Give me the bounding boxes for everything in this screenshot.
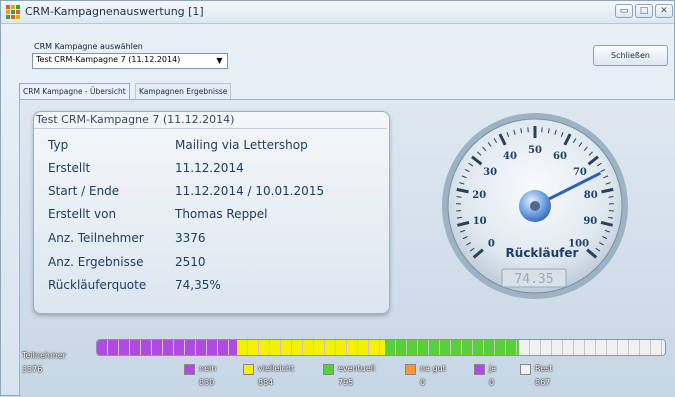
close-button[interactable]: Schließen bbox=[593, 45, 668, 66]
minimize-button[interactable]: ▭ bbox=[615, 4, 633, 18]
legend-swatch-Rest bbox=[520, 364, 531, 375]
legend-value: 830 bbox=[199, 378, 214, 387]
value-return-rate: 74,35% bbox=[175, 278, 221, 292]
label-type: Typ bbox=[48, 138, 68, 152]
campaign-info-box: Test CRM-Kampagne 7 (11.12.2014) Typ Mai… bbox=[33, 111, 390, 314]
result-segment-eventuell bbox=[385, 340, 519, 355]
chevron-down-icon[interactable]: ▼ bbox=[214, 56, 225, 66]
campaign-select-value: Test CRM-Kampagne 7 (11.12.2014) bbox=[36, 55, 180, 64]
label-results: Anz. Ergebnisse bbox=[48, 255, 144, 269]
result-segment-Rest bbox=[519, 340, 665, 355]
legend-value: 795 bbox=[338, 378, 353, 387]
value-type: Mailing via Lettershop bbox=[175, 138, 308, 152]
label-return-rate: Rückläuferquote bbox=[48, 278, 146, 292]
value-participants: 3376 bbox=[175, 231, 206, 245]
app-window: CRM-Kampagnenauswertung [1] ▭ □ ✕ CRM Ka… bbox=[0, 0, 675, 396]
result-segment-vielleicht bbox=[237, 340, 386, 355]
result-segment-nein bbox=[97, 340, 237, 355]
legend-swatch-vielleicht bbox=[243, 364, 254, 375]
legend-swatch-nein bbox=[184, 364, 195, 375]
gauge-tick-label: 70 bbox=[573, 167, 587, 178]
label-participants: Anz. Teilnehmer bbox=[48, 231, 144, 245]
return-gauge: 0102030405060708090100 74.35 Rückläufer bbox=[441, 112, 629, 300]
value-created-by: Thomas Reppel bbox=[175, 207, 268, 221]
maximize-button[interactable]: □ bbox=[635, 4, 653, 18]
tab-overview[interactable]: CRM Kampagne - Übersicht bbox=[19, 83, 130, 99]
gauge-display-value: 74.35 bbox=[514, 272, 553, 287]
legend-swatch-ja bbox=[474, 364, 485, 375]
campaign-select-label: CRM Kampagne auswählen bbox=[34, 42, 143, 51]
legend-name: nein bbox=[199, 364, 216, 373]
legend-name: ja bbox=[489, 364, 496, 373]
value-created: 11.12.2014 bbox=[175, 161, 244, 175]
info-title: Test CRM-Kampagne 7 (11.12.2014) bbox=[36, 113, 234, 126]
legend-name: Rest bbox=[535, 364, 552, 373]
gauge-tick-label: 30 bbox=[483, 167, 497, 178]
gauge-hub-center bbox=[530, 201, 540, 211]
gauge-label: Rückläufer bbox=[506, 246, 579, 260]
legend-name: eventuell bbox=[338, 364, 375, 373]
label-start-end: Start / Ende bbox=[48, 184, 119, 198]
legend-name: vielleicht bbox=[258, 364, 294, 373]
gauge-tick-label: 50 bbox=[528, 145, 542, 156]
value-start-end: 11.12.2014 / 10.01.2015 bbox=[175, 184, 324, 198]
gauge-tick-label: 60 bbox=[553, 151, 567, 162]
close-window-button[interactable]: ✕ bbox=[655, 4, 673, 18]
gauge-tick-label: 90 bbox=[583, 216, 597, 227]
legend-value: 0 bbox=[489, 378, 494, 387]
divider bbox=[34, 128, 387, 129]
result-bar bbox=[96, 339, 666, 356]
legend-name: na gut bbox=[420, 364, 446, 373]
legend-swatch-eventuell bbox=[323, 364, 334, 375]
window-title: CRM-Kampagnenauswertung [1] bbox=[25, 5, 204, 18]
campaign-select[interactable]: Test CRM-Kampagne 7 (11.12.2014) ▼ bbox=[32, 53, 228, 69]
participants-label: Teilnehmer bbox=[22, 351, 66, 360]
gauge-tick-label: 10 bbox=[473, 216, 487, 227]
legend-swatch-na-gut bbox=[405, 364, 416, 375]
gauge-tick-label: 20 bbox=[472, 190, 486, 201]
gauge-tick-label: 0 bbox=[488, 239, 495, 250]
label-created: Erstellt bbox=[48, 161, 90, 175]
gauge-minor-tick bbox=[608, 197, 613, 198]
label-created-by: Erstellt von bbox=[48, 207, 116, 221]
gauge-tick-label: 40 bbox=[503, 151, 517, 162]
gauge-tick-label: 80 bbox=[584, 190, 598, 201]
legend-value: 867 bbox=[535, 378, 550, 387]
app-grid-icon bbox=[6, 5, 20, 19]
tab-results[interactable]: Kampagnen Ergebnisse bbox=[135, 83, 231, 99]
title-bar: CRM-Kampagnenauswertung [1] ▭ □ ✕ bbox=[1, 1, 674, 24]
participants-value: 3376 bbox=[22, 365, 42, 374]
legend-value: 884 bbox=[258, 378, 273, 387]
legend-value: 0 bbox=[420, 378, 425, 387]
value-results: 2510 bbox=[175, 255, 206, 269]
gauge-minor-tick bbox=[457, 197, 462, 198]
